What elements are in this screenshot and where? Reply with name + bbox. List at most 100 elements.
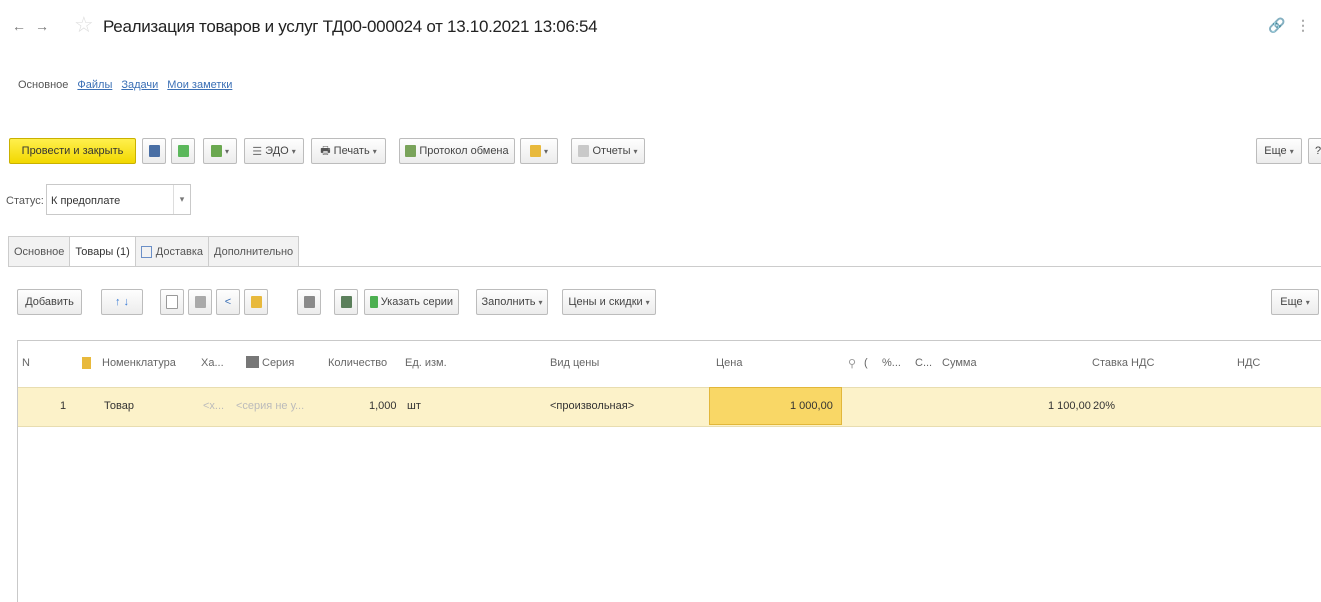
cell-price[interactable]: 1 000,00 xyxy=(790,400,833,412)
cell-n: 1 xyxy=(60,400,67,412)
column-header-manual-discount[interactable]: ( xyxy=(864,357,868,369)
column-header-item[interactable]: Номенклатура xyxy=(102,357,176,369)
printer-icon: 🖶 xyxy=(320,144,331,157)
help-button[interactable]: ? xyxy=(1308,138,1321,164)
column-header-discount-percent[interactable]: %... xyxy=(882,357,901,369)
chevron-down-icon: ▾ xyxy=(1305,297,1310,307)
form-sections-nav: Основное Файлы Задачи Мои заметки xyxy=(18,79,232,91)
copy-row-button[interactable] xyxy=(160,289,184,315)
reports-button[interactable]: Отчеты ▾ xyxy=(571,138,645,164)
move-row-buttons[interactable]: ↑ ↓ xyxy=(101,289,143,315)
reports-icon xyxy=(578,145,590,157)
column-header-quantity[interactable]: Количество xyxy=(328,357,387,369)
arrow-down-icon[interactable]: ↓ xyxy=(124,296,130,308)
status-value: К предоплате xyxy=(51,195,121,207)
back-button[interactable]: ← xyxy=(12,18,26,34)
cell-characteristic[interactable]: <х... xyxy=(203,400,224,412)
fill-label: Заполнить xyxy=(481,296,536,308)
more-button[interactable]: Еще ▾ xyxy=(1256,138,1302,164)
create-based-on-button[interactable]: ▾ xyxy=(203,138,237,164)
chevron-down-icon: ▾ xyxy=(633,146,638,156)
page-title: Реализация товаров и услуг ТД00-000024 о… xyxy=(103,17,598,36)
column-header-unit[interactable]: Ед. изм. xyxy=(405,357,447,369)
tab-goods[interactable]: Товары (1) xyxy=(69,236,136,267)
cell-series[interactable]: <серия не у... xyxy=(236,400,304,412)
goods-more-button[interactable]: Еще ▾ xyxy=(1271,289,1319,315)
status-select[interactable]: К предоплате ▾ xyxy=(46,184,191,215)
section-tasks[interactable]: Задачи xyxy=(121,79,158,91)
section-main[interactable]: Основное xyxy=(18,79,68,91)
more-label: Еще xyxy=(1280,296,1303,308)
pick-goods-button[interactable] xyxy=(244,289,268,315)
post-and-close-button[interactable]: Провести и закрыть xyxy=(9,138,136,164)
cell-unit[interactable]: шт xyxy=(407,400,421,412)
chevron-down-icon[interactable]: ▾ xyxy=(173,185,190,214)
column-header-markup-icon: ⚲ xyxy=(848,358,857,370)
link-icon[interactable]: 🔗 xyxy=(1268,17,1285,34)
list-icon xyxy=(140,245,152,258)
column-header-characteristic[interactable]: Ха... xyxy=(201,357,224,369)
calculator-button[interactable] xyxy=(334,289,358,315)
chevron-down-icon: ▾ xyxy=(1289,146,1294,156)
attachments-button[interactable]: ▾ xyxy=(520,138,558,164)
barcode-button[interactable] xyxy=(297,289,321,315)
add-row-button[interactable]: Добавить xyxy=(17,289,82,315)
print-button[interactable]: 🖶 Печать ▾ xyxy=(311,138,386,164)
column-header-sum[interactable]: Сумма xyxy=(942,357,977,369)
cell-sum[interactable]: 1 100,00 xyxy=(1048,400,1091,412)
reports-label: Отчеты xyxy=(592,145,631,157)
tab-additional[interactable]: Дополнительно xyxy=(208,236,300,266)
more-label: Еще xyxy=(1264,145,1287,157)
share-icon: < xyxy=(224,296,232,308)
documents-icon xyxy=(529,145,541,157)
goods-table[interactable] xyxy=(17,340,1321,602)
delete-row-button[interactable] xyxy=(188,289,212,315)
edo-button[interactable]: ☰ ЭДО ▾ xyxy=(244,138,304,164)
specify-series-label: Указать серии xyxy=(380,296,453,308)
prices-discounts-button[interactable]: Цены и скидки ▾ xyxy=(562,289,656,315)
fill-button[interactable]: Заполнить ▾ xyxy=(476,289,548,315)
post-button[interactable] xyxy=(171,138,195,164)
exchange-icon xyxy=(405,145,417,157)
section-notes[interactable]: Мои заметки xyxy=(167,79,232,91)
goods-icon xyxy=(250,296,262,308)
forward-button[interactable]: → xyxy=(35,18,49,34)
section-files[interactable]: Файлы xyxy=(77,79,112,91)
tab-label: Доставка xyxy=(155,245,203,258)
edo-label: ЭДО xyxy=(265,145,289,157)
more-menu-icon[interactable]: ⋮ xyxy=(1296,17,1310,34)
arrow-up-icon[interactable]: ↑ xyxy=(115,296,121,308)
exchange-protocol-button[interactable]: Протокол обмена xyxy=(399,138,515,164)
save-button[interactable] xyxy=(142,138,166,164)
column-header-price[interactable]: Цена xyxy=(716,357,742,369)
chevron-down-icon: ▾ xyxy=(372,146,377,156)
column-header-vat-rate[interactable]: Ставка НДС xyxy=(1092,357,1154,369)
create-based-on-icon xyxy=(210,145,222,157)
cell-item[interactable]: Товар xyxy=(104,400,134,412)
barcode-icon xyxy=(303,296,315,308)
tab-delivery[interactable]: Доставка xyxy=(134,236,209,266)
cell-quantity[interactable]: 1,000 xyxy=(369,400,397,412)
column-header-series[interactable]: Серия xyxy=(262,357,294,369)
share-button[interactable]: < xyxy=(216,289,240,315)
form-tabs: Основное Товары (1) Доставка Дополнитель… xyxy=(8,236,300,267)
cell-price-type[interactable]: <произвольная> xyxy=(550,400,634,412)
edo-icon: ☰ xyxy=(252,145,263,158)
column-header-price-type[interactable]: Вид цены xyxy=(550,357,599,369)
tab-label: Товары (1) xyxy=(75,246,130,258)
calculator-icon xyxy=(340,296,352,308)
tab-label: Дополнительно xyxy=(214,245,294,258)
tab-label: Основное xyxy=(14,245,65,258)
series-column-icon xyxy=(246,356,259,368)
tab-main[interactable]: Основное xyxy=(8,236,71,266)
specify-series-button[interactable]: Указать серии xyxy=(364,289,459,315)
column-header-discount-sum[interactable]: С... xyxy=(915,357,932,369)
cell-vat-rate[interactable]: 20% xyxy=(1093,400,1115,412)
column-header-vat[interactable]: НДС xyxy=(1237,357,1260,369)
favorite-star-icon[interactable]: ☆ xyxy=(74,14,94,36)
chevron-down-icon: ▾ xyxy=(538,297,543,307)
save-icon xyxy=(148,145,160,157)
column-header-n[interactable]: N xyxy=(22,357,30,369)
chevron-down-icon: ▾ xyxy=(291,146,296,156)
exchange-protocol-label: Протокол обмена xyxy=(419,145,509,157)
